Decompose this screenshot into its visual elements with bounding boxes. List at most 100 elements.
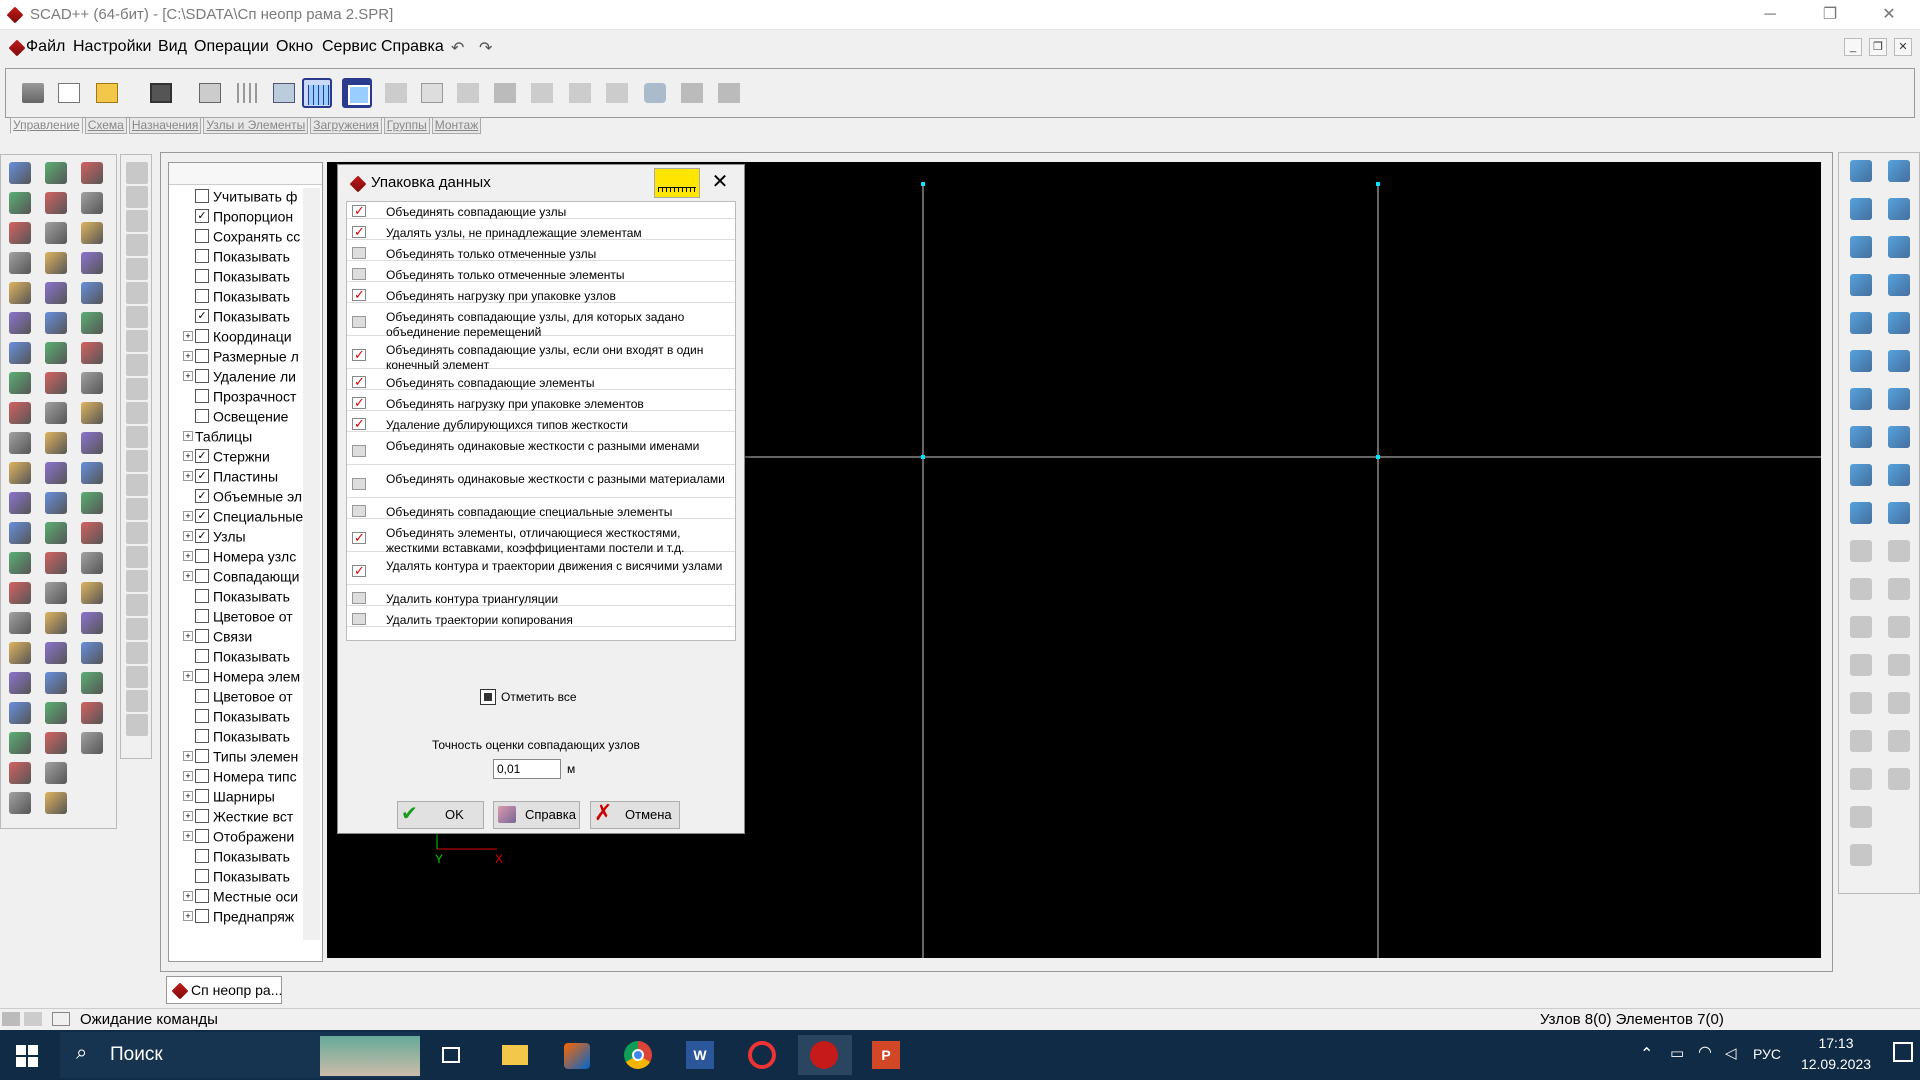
view-tool-icon[interactable] <box>1885 309 1913 337</box>
tool-icon[interactable] <box>42 429 70 457</box>
tree-item-checkbox[interactable] <box>195 349 209 364</box>
tree-item[interactable]: Показывать <box>183 287 308 307</box>
tree-item-checkbox[interactable] <box>195 809 209 824</box>
windows-start-icon[interactable] <box>16 1045 38 1067</box>
taskbar-search-box[interactable]: ⌕ Поиск <box>60 1032 420 1078</box>
tree-item[interactable]: + Типы элемен <box>183 747 308 767</box>
tree-item-checkbox[interactable] <box>195 409 209 424</box>
option-checkbox[interactable] <box>352 505 366 517</box>
ruler-icon[interactable] <box>654 168 700 198</box>
tab-loads[interactable]: Загружения <box>310 117 382 134</box>
tree-item[interactable]: + ✓ Пластины <box>183 467 308 487</box>
tree-item-checkbox[interactable]: ✓ <box>195 489 209 504</box>
tree-item-checkbox[interactable] <box>195 769 209 784</box>
tree-item-checkbox[interactable] <box>195 889 209 904</box>
tool-icon[interactable] <box>6 729 34 757</box>
clock-date[interactable]: 12.09.2023 <box>1796 1056 1876 1072</box>
view-tool-icon[interactable] <box>1885 765 1913 793</box>
export-icon[interactable] <box>714 78 744 108</box>
tree-item[interactable]: Цветовое от <box>183 607 308 627</box>
option-row[interactable]: Объединять совпадающие элементы <box>347 373 735 390</box>
option-checkbox[interactable] <box>352 395 366 410</box>
powerpoint-icon[interactable]: P <box>866 1035 906 1075</box>
tree-item[interactable]: Показывать <box>183 247 308 267</box>
tool-icon[interactable] <box>42 729 70 757</box>
device-icon[interactable]: ▭ <box>1670 1044 1684 1062</box>
settings-icon[interactable] <box>640 78 670 108</box>
tool-icon[interactable] <box>42 159 70 187</box>
option-checkbox[interactable] <box>352 224 366 239</box>
option-row[interactable]: Объединять нагрузку при упаковке элемент… <box>347 394 735 411</box>
tree-item[interactable]: ✓ Объемные эл <box>183 487 308 507</box>
tree-item[interactable]: + Координаци <box>183 327 308 347</box>
option-checkbox[interactable] <box>352 613 366 625</box>
view-tool-icon[interactable] <box>1847 461 1875 489</box>
tool-icon[interactable] <box>6 519 34 547</box>
scheme-icon[interactable] <box>269 78 299 108</box>
tree-item-checkbox[interactable] <box>195 569 209 584</box>
tool-icon[interactable] <box>78 639 106 667</box>
expand-icon[interactable]: + <box>183 891 193 902</box>
tree-item[interactable]: Прозрачност <box>183 387 308 407</box>
tree-item[interactable]: Показывать <box>183 727 308 747</box>
expand-icon[interactable]: + <box>183 471 193 482</box>
tool-icon[interactable] <box>42 279 70 307</box>
undo-icon[interactable]: ↶ <box>451 38 464 58</box>
tab-groups[interactable]: Группы <box>383 117 430 134</box>
expand-icon[interactable]: + <box>183 751 193 762</box>
tool-icon[interactable] <box>42 399 70 427</box>
expand-icon[interactable]: + <box>183 791 193 802</box>
expand-icon[interactable]: + <box>183 831 193 842</box>
tree-item[interactable]: Показывать <box>183 847 308 867</box>
tool-icon[interactable] <box>78 699 106 727</box>
option-row[interactable]: Объединять нагрузку при упаковке узлов <box>347 286 735 303</box>
tree-item[interactable]: + ✓ Специальные <box>183 507 308 527</box>
option-row[interactable]: Объединять элементы, отличающиеся жестко… <box>347 523 735 555</box>
option-row[interactable]: Объединять совпадающие узлы, если они вх… <box>347 340 735 372</box>
tree-item[interactable]: + ✓ Стержни <box>183 447 308 467</box>
tool-icon[interactable] <box>78 339 106 367</box>
tree-item[interactable]: ✓ Пропорцион <box>183 207 308 227</box>
view-tool-icon[interactable] <box>1885 385 1913 413</box>
cancel-button[interactable]: ✗ Отмена <box>590 800 680 829</box>
option-checkbox[interactable] <box>352 287 366 302</box>
tool-icon[interactable] <box>6 249 34 277</box>
option-row[interactable]: Объединять только отмеченные узлы <box>347 244 735 261</box>
view-tool-icon[interactable] <box>1847 537 1875 565</box>
tree-item-checkbox[interactable] <box>195 649 209 664</box>
option-checkbox[interactable] <box>352 478 366 490</box>
option-row[interactable]: Удаление дублирующихся типов жесткости <box>347 415 735 432</box>
tool-icon[interactable] <box>42 609 70 637</box>
app-icon[interactable] <box>742 1035 782 1075</box>
view-tool-icon[interactable] <box>1847 689 1875 717</box>
task-view-icon[interactable] <box>432 1035 472 1075</box>
tool-icon[interactable] <box>6 219 34 247</box>
tool-icon[interactable] <box>42 219 70 247</box>
tree-item[interactable]: + Совпадающи <box>183 567 308 587</box>
view-tool-icon[interactable] <box>1847 347 1875 375</box>
tool-icon[interactable] <box>6 699 34 727</box>
tree-item-checkbox[interactable] <box>195 589 209 604</box>
tool-icon[interactable] <box>42 189 70 217</box>
file-explorer-icon[interactable] <box>494 1035 534 1075</box>
tool-icon[interactable] <box>42 489 70 517</box>
tree-item[interactable]: + Связи <box>183 627 308 647</box>
tool-icon[interactable] <box>78 489 106 517</box>
tree-item-checkbox[interactable] <box>195 729 209 744</box>
option-row[interactable]: Объединять совпадающие узлы, для которых… <box>347 307 735 339</box>
tree-item-checkbox[interactable]: ✓ <box>195 449 209 464</box>
view-tool-icon[interactable] <box>1847 613 1875 641</box>
view-tool-icon[interactable] <box>1847 271 1875 299</box>
menu-service[interactable]: Сервис <box>322 38 377 56</box>
language-indicator[interactable]: РУС <box>1753 1046 1781 1062</box>
tool-icon[interactable] <box>78 219 106 247</box>
nodes-table-icon[interactable] <box>453 78 483 108</box>
option-checkbox[interactable] <box>352 530 366 545</box>
tool-icon[interactable] <box>6 789 34 817</box>
view-tool-icon[interactable] <box>1885 499 1913 527</box>
mdi-close-button[interactable]: ✕ <box>1894 38 1912 56</box>
graph-icon[interactable] <box>602 78 632 108</box>
minimize-button[interactable]: ─ <box>1747 0 1793 30</box>
view-tool-icon[interactable] <box>1885 157 1913 185</box>
expand-icon[interactable]: + <box>183 371 193 382</box>
